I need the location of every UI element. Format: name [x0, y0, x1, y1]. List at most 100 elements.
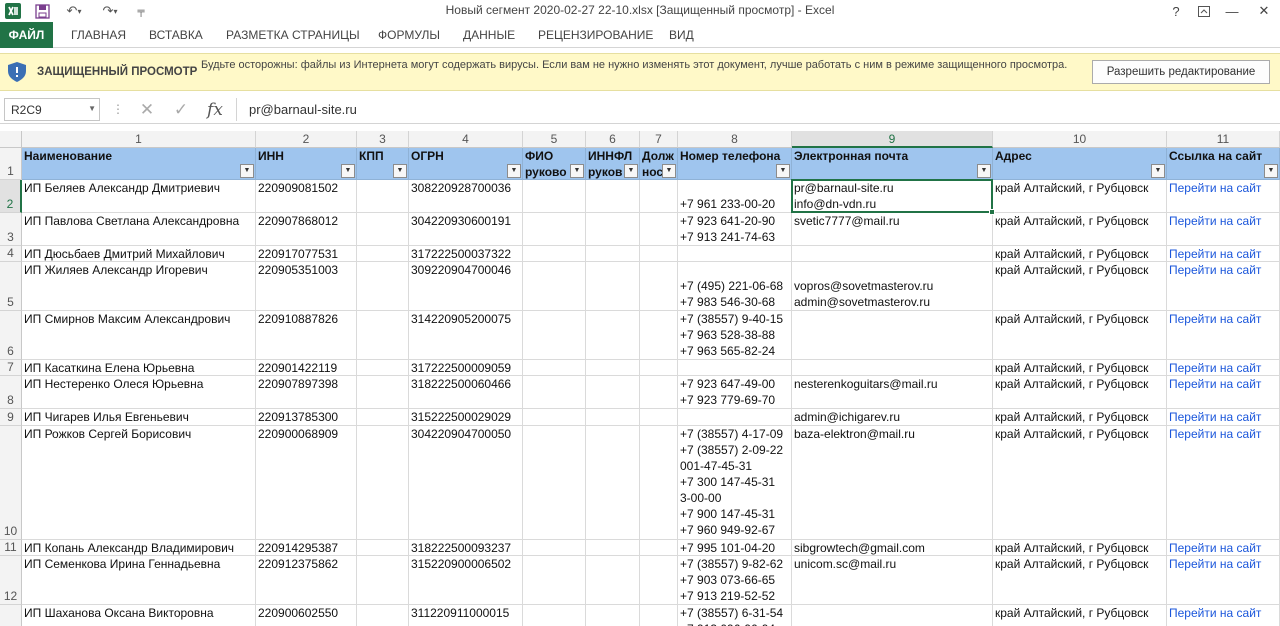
column-header-9[interactable]: 9 [792, 131, 993, 148]
table-cell[interactable] [523, 376, 586, 409]
table-cell[interactable] [523, 246, 586, 262]
tab-data[interactable]: ДАННЫЕ [463, 22, 515, 48]
enable-editing-button[interactable]: Разрешить редактирование [1092, 60, 1270, 84]
table-cell[interactable] [357, 246, 409, 262]
row-header-1[interactable]: 1 [0, 148, 22, 180]
ribbon-display-options-icon[interactable] [1190, 1, 1218, 21]
insert-function-icon[interactable]: fx [204, 100, 226, 120]
close-button[interactable]: ✕ [1250, 1, 1278, 21]
row-header-12[interactable]: 12 [0, 556, 22, 605]
table-cell[interactable] [586, 180, 640, 213]
table-cell[interactable] [640, 556, 678, 605]
table-cell[interactable]: 220901422119 [256, 360, 357, 376]
table-cell[interactable] [523, 311, 586, 360]
worksheet-grid[interactable]: 1 2 3 4 5 6 7 8 9 10 11 1 Наименование ▼ ИНН ▼ КПП ▼ ОГРН ▼… [0, 131, 1280, 626]
table-cell[interactable]: +7 961 233-00-20+7 958 848-89-54 [678, 180, 792, 213]
column-header-3[interactable]: 3 [357, 131, 409, 148]
table-cell[interactable]: ИП Чигарев Илья Евгеньевич [22, 409, 256, 426]
filter-dropdown-icon[interactable]: ▼ [1264, 164, 1278, 178]
table-cell[interactable]: vopros@sovetmasterov.ru admin@sovetmaster… [792, 262, 993, 311]
table-cell[interactable] [640, 262, 678, 311]
table-cell[interactable]: Перейти на сайт [1167, 426, 1280, 540]
table-cell[interactable]: 317222500009059 [409, 360, 523, 376]
table-cell[interactable] [586, 556, 640, 605]
table-cell[interactable] [586, 409, 640, 426]
filter-dropdown-icon[interactable]: ▼ [240, 164, 254, 178]
tab-file[interactable]: ФАЙЛ [0, 22, 53, 48]
table-cell[interactable]: admin@ichigarev.ru [792, 409, 993, 426]
table-header-cell[interactable]: Электронная почта ▼ [792, 148, 993, 180]
table-cell[interactable]: 314220905200075 [409, 311, 523, 360]
table-cell[interactable]: Перейти на сайт [1167, 605, 1280, 626]
table-cell[interactable]: Перейти на сайт [1167, 180, 1280, 213]
table-cell[interactable]: 318222500093237 [409, 540, 523, 556]
help-button[interactable]: ? [1162, 1, 1190, 21]
filter-dropdown-icon[interactable]: ▼ [341, 164, 355, 178]
table-cell[interactable]: +7 995 101-04-20 [678, 540, 792, 556]
filter-dropdown-icon[interactable]: ▼ [662, 164, 676, 178]
table-cell[interactable]: 308220928700036 [409, 180, 523, 213]
table-cell[interactable]: ИП Нестеренко Олеся Юрьевна [22, 376, 256, 409]
table-cell[interactable]: ИП Дюсьбаев Дмитрий Михайлович [22, 246, 256, 262]
table-cell[interactable]: край Алтайский, г Рубцовск [993, 360, 1167, 376]
table-cell[interactable] [792, 311, 993, 360]
table-header-cell[interactable]: ИНН ▼ [256, 148, 357, 180]
filter-dropdown-icon[interactable]: ▼ [624, 164, 638, 178]
row-header-3[interactable]: 3 [0, 213, 22, 246]
tab-insert[interactable]: ВСТАВКА [149, 22, 203, 48]
table-cell[interactable]: unicom.sc@mail.ru [792, 556, 993, 605]
table-cell[interactable] [523, 556, 586, 605]
row-header-2[interactable]: 2 [0, 180, 22, 213]
table-cell[interactable] [586, 376, 640, 409]
column-header-5[interactable]: 5 [523, 131, 586, 148]
table-cell[interactable]: Перейти на сайт [1167, 409, 1280, 426]
table-cell[interactable]: 220907868012 [256, 213, 357, 246]
table-cell[interactable]: 318222500060466 [409, 376, 523, 409]
cancel-icon[interactable]: ✕ [136, 100, 158, 120]
table-cell[interactable] [678, 360, 792, 376]
table-cell[interactable]: ИП Смирнов Максим Александрович [22, 311, 256, 360]
table-cell[interactable]: 317222500037322 [409, 246, 523, 262]
table-cell[interactable] [586, 246, 640, 262]
row-header-5[interactable]: 5 [0, 262, 22, 311]
table-cell[interactable]: край Алтайский, г Рубцовск [993, 180, 1167, 213]
table-cell[interactable]: +7 923 641-20-90 +7 913 241-74-63 [678, 213, 792, 246]
table-cell[interactable]: 220910887826 [256, 311, 357, 360]
filter-dropdown-icon[interactable]: ▼ [977, 164, 991, 178]
table-cell[interactable]: край Алтайский, г Рубцовск [993, 540, 1167, 556]
table-cell[interactable]: pr@barnaul-site.ru info@dn-vdn.ru [792, 180, 993, 213]
table-cell[interactable]: край Алтайский, г Рубцовск [993, 246, 1167, 262]
table-cell[interactable]: край Алтайский, г Рубцовск [993, 426, 1167, 540]
table-cell[interactable]: Перейти на сайт [1167, 360, 1280, 376]
row-header-10[interactable]: 10 [0, 426, 22, 540]
tab-formulas[interactable]: ФОРМУЛЫ [378, 22, 440, 48]
table-cell[interactable] [640, 180, 678, 213]
table-cell[interactable] [640, 605, 678, 626]
table-cell[interactable]: край Алтайский, г Рубцовск [993, 605, 1167, 626]
table-cell[interactable] [792, 246, 993, 262]
table-cell[interactable]: Перейти на сайт [1167, 262, 1280, 311]
table-cell[interactable]: 304220930600191 [409, 213, 523, 246]
table-cell[interactable]: +7 (38557) 9-40-15 +7 963 528-38-88 +7 963… [678, 311, 792, 360]
table-cell[interactable]: +7 (495) 221-06-68 +7 983 546-30-68 [678, 262, 792, 311]
table-cell[interactable]: Перейти на сайт [1167, 311, 1280, 360]
table-header-cell[interactable]: КПП ▼ [357, 148, 409, 180]
table-cell[interactable] [640, 540, 678, 556]
column-header-1[interactable]: 1 [22, 131, 256, 148]
table-cell[interactable] [357, 213, 409, 246]
column-header-11[interactable]: 11 [1167, 131, 1280, 148]
table-cell[interactable] [357, 311, 409, 360]
column-header-7[interactable]: 7 [640, 131, 678, 148]
row-header-4[interactable]: 4 [0, 246, 22, 262]
table-cell[interactable]: 311220911000015 [409, 605, 523, 626]
minimize-button[interactable]: — [1218, 1, 1246, 21]
table-cell[interactable] [586, 540, 640, 556]
table-cell[interactable] [586, 262, 640, 311]
tab-page-layout[interactable]: РАЗМЕТКА СТРАНИЦЫ [226, 22, 360, 48]
table-cell[interactable] [523, 540, 586, 556]
table-cell[interactable] [523, 262, 586, 311]
formula-input[interactable]: pr@barnaul-site.ru [236, 98, 1280, 121]
enter-icon[interactable]: ✓ [170, 100, 192, 120]
table-cell[interactable]: +7 (38557) 6-31-54 +7 913 096-90-94 [678, 605, 792, 626]
table-cell[interactable]: 220909081502 [256, 180, 357, 213]
